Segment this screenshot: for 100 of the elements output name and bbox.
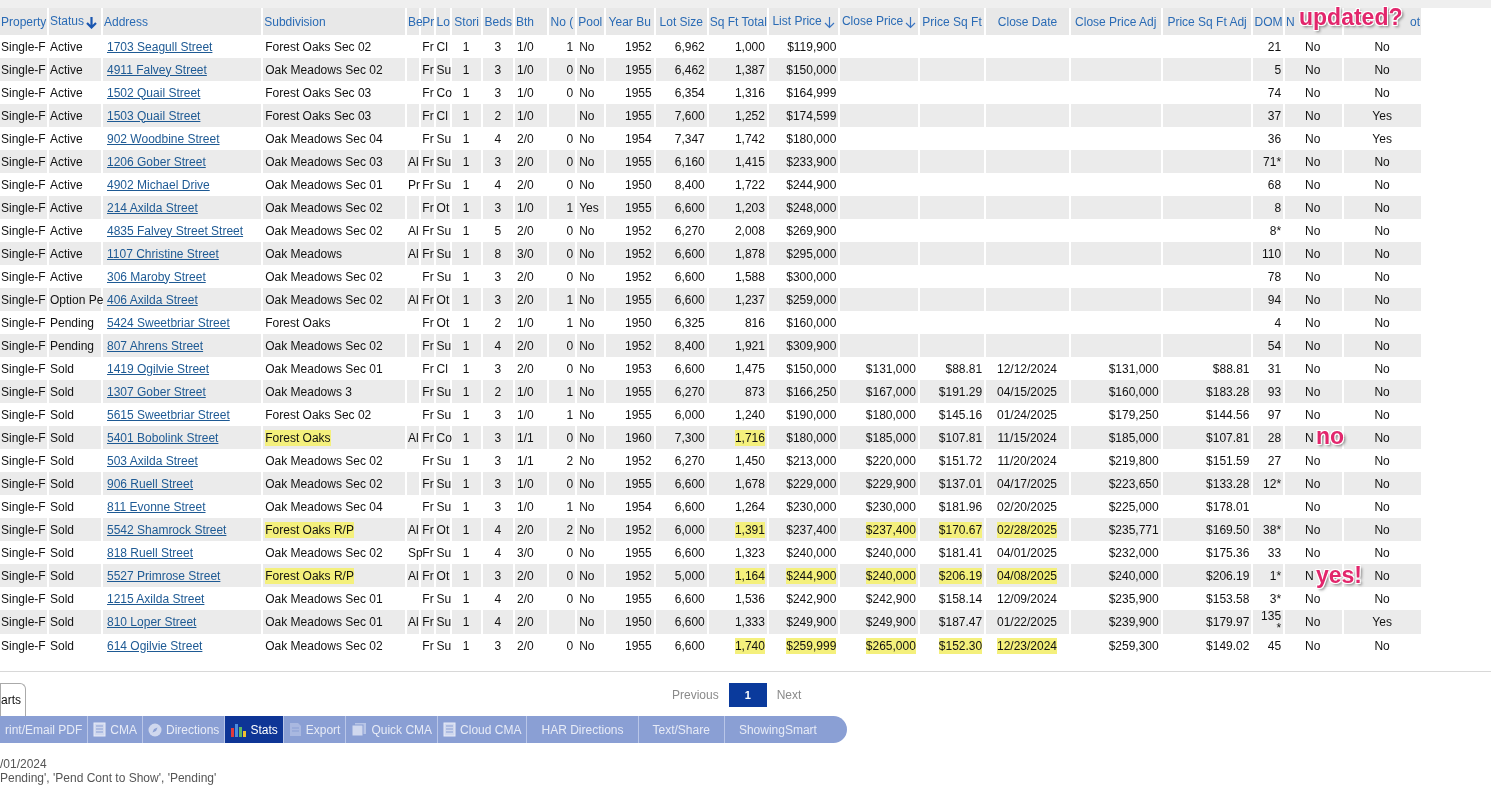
table-cell: $144.56 [1206,407,1250,422]
address-link[interactable]: 1215 Axilda Street [107,591,205,606]
table-cell: Sold [49,476,74,491]
table-cell: Al [408,615,419,629]
table-cell: Oak Meadows Sec 02 [265,545,383,560]
table-cell: 1,333 [734,615,765,629]
table-cell: 1952 [625,269,652,284]
table-cell: $180,000 [865,407,916,422]
table-cell: Single-F [1,591,46,606]
table-cell: Oak Meadows Sec 01 [265,591,383,606]
table-cell: 1 [462,62,470,77]
address-link[interactable]: 906 Ruell Street [107,476,194,491]
table-cell: Active [49,200,83,215]
table-cell: $249,900 [786,615,837,629]
table-cell: Active [49,85,83,100]
address-link[interactable]: 214 Axilda Street [107,200,198,215]
table-cell: Active [49,108,83,123]
table-cell: No [579,638,595,653]
previous-link[interactable]: Previous [672,688,719,702]
table-cell: Yes [1372,131,1392,146]
table-cell: 1,878 [734,246,765,261]
address-link[interactable]: 1307 Gober Street [107,384,206,399]
address-link[interactable]: 5527 Primrose Street [107,568,221,583]
table-cell: 3 [494,476,502,491]
table-cell: 4 [494,177,502,192]
table-cell: $181.96 [938,499,983,514]
address-link[interactable]: 614 Ogilvie Street [107,638,203,653]
table-cell: 4 [494,338,502,353]
table-cell: 3 [494,85,502,100]
address-link[interactable]: 1206 Gober Street [107,154,206,169]
table-cell: Sold [49,430,74,445]
table-cell: No [579,292,595,307]
table-cell: 1 [462,591,470,606]
address-link[interactable]: 1419 Ogilvie Street [107,361,210,376]
address-link[interactable]: 306 Maroby Street [107,269,206,284]
table-cell: N [1305,568,1314,583]
table-cell: 1955 [625,476,652,491]
table-cell: 0 [566,430,574,445]
address-link[interactable]: 1502 Quail Street [107,85,201,100]
table-cell: 1954 [625,499,652,514]
table-cell: 3 [494,638,502,653]
table-cell: No [1374,315,1390,330]
table-cell: 1 [462,315,470,330]
address-link[interactable]: 5615 Sweetbriar Street [107,407,230,422]
sort-arrow-icon[interactable] [86,15,97,29]
document-icon [288,722,302,737]
table-cell: N [1305,430,1314,445]
table-cell: 1,678 [734,476,765,491]
table-cell: Active [49,39,83,54]
column-header[interactable]: ot [1410,14,1420,29]
address-link[interactable]: 1503 Quail Street [107,108,201,123]
column-header[interactable]: N [1286,14,1295,29]
address-link[interactable]: 818 Ruell Street [107,545,194,560]
table-cell: $160,000 [1108,384,1159,399]
address-link[interactable]: 807 Ahrens Street [107,338,204,353]
address-link[interactable]: 4902 Michael Drive [107,177,210,192]
table-cell: Ot [436,315,450,330]
table-cell: $107.81 [938,430,983,445]
table-cell: Single-F [1,292,46,307]
table-cell: 1,316 [734,85,765,100]
address-link[interactable]: 1703 Seagull Street [107,39,213,54]
address-link[interactable]: 4835 Falvey Street Street [107,223,244,238]
address-link[interactable]: 5401 Bobolink Street [107,430,219,445]
table-cell: 0 [566,591,574,606]
toolbar-button[interactable]: Stats [225,716,284,743]
table-cell: 68 [1267,177,1282,192]
address-link[interactable]: 810 Loper Street [107,615,197,629]
table-cell: $259,000 [786,292,837,307]
table-cell: Forest Oaks Sec 02 [265,39,372,54]
table-cell: 6,600 [674,361,705,376]
address-link[interactable]: 1107 Christine Street [107,246,219,261]
column-header[interactable]: Address [104,14,149,29]
table-cell: No [1305,338,1321,353]
table-cell: No [1305,315,1321,330]
table-cell: No [1305,453,1321,468]
address-link[interactable]: 503 Axilda Street [107,453,198,468]
table-cell: 1/0 [517,384,534,399]
address-link[interactable]: 5424 Sweetbriar Street [107,315,230,330]
table-cell: 0 [566,62,574,77]
table-cell: No [1305,615,1321,629]
address-link[interactable]: 811 Evonne Street [107,499,206,514]
column-header[interactable]: Be [408,14,423,29]
address-link[interactable]: 406 Axilda Street [107,292,198,307]
address-link[interactable]: 4911 Falvey Street [107,62,207,77]
table-cell: Sold [49,522,74,537]
table-cell: 97 [1267,407,1282,422]
table-cell: Su [436,246,452,261]
documents-icon [351,722,368,737]
address-link[interactable]: 902 Woodbine Street [107,131,220,146]
table-cell: Sold [49,499,74,514]
page-button[interactable]: 1 [728,683,767,707]
sort-arrow-icon[interactable] [905,15,917,29]
tab[interactable]: arts [0,683,26,716]
sort-arrow-icon[interactable] [823,15,835,29]
table-cell: Fr [422,108,434,123]
table-cell: 110 [1261,246,1282,261]
table-cell: No [1374,39,1390,54]
table-cell: $244,900 [786,177,837,192]
address-link[interactable]: 5542 Shamrock Street [107,522,227,537]
next-link[interactable]: Next [776,688,802,702]
